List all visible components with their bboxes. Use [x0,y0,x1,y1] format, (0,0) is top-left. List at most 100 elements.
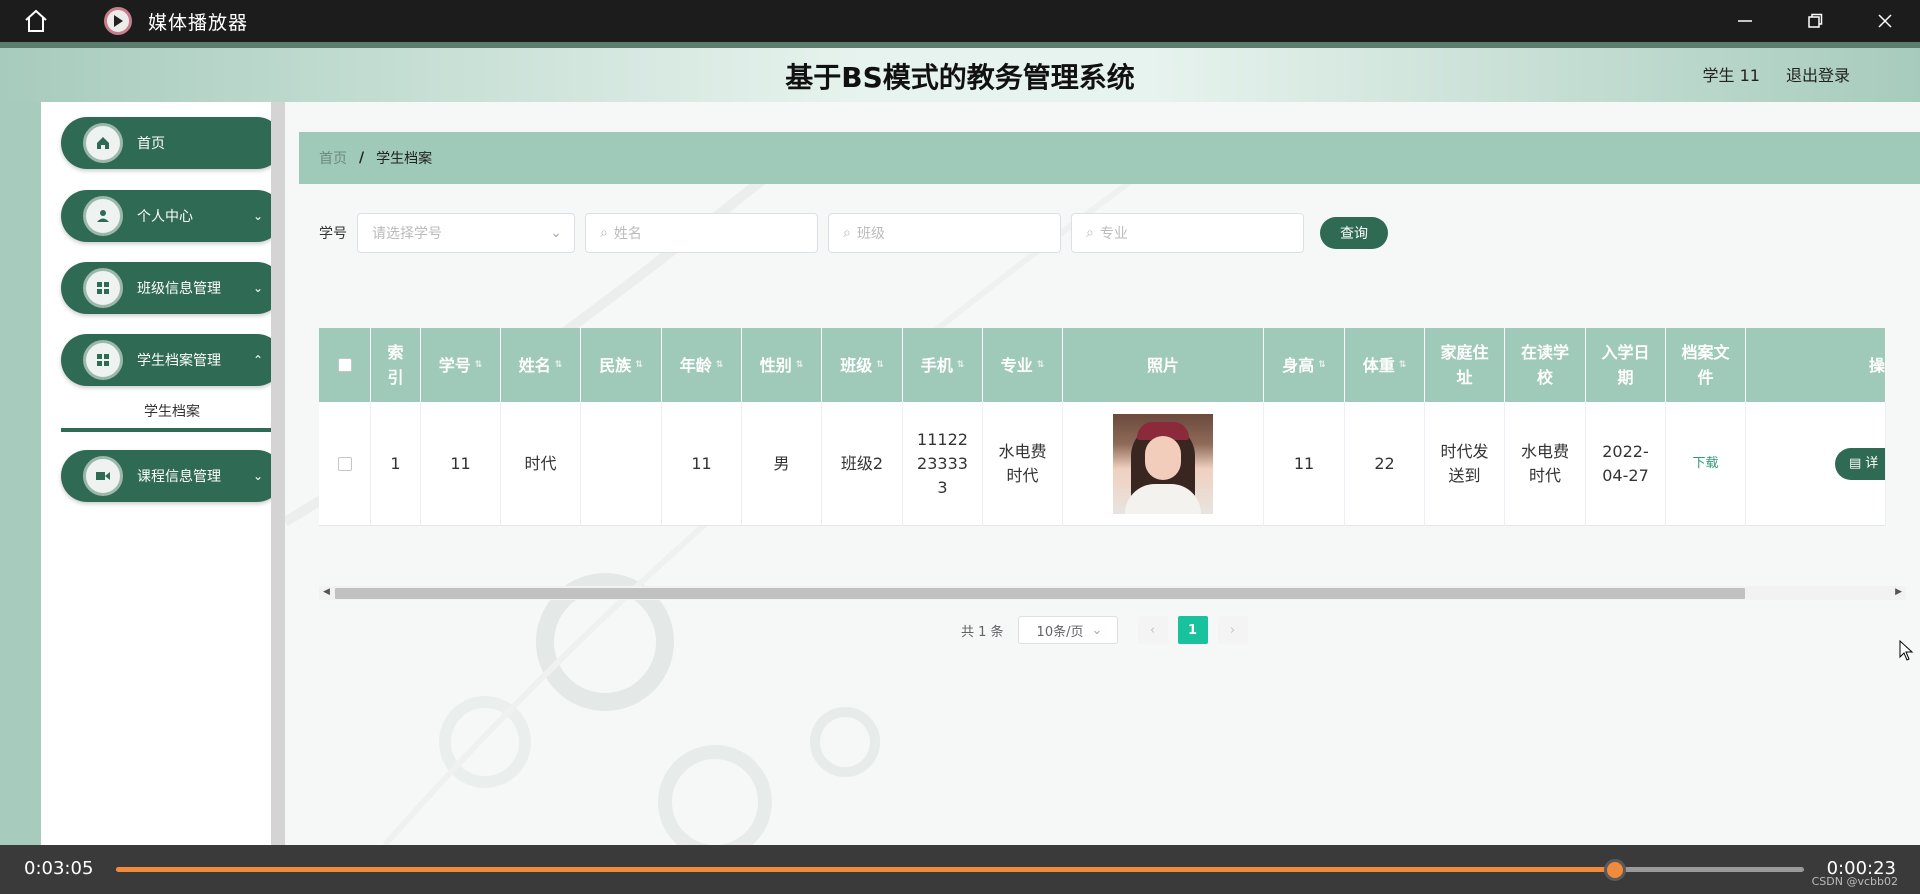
col-label: 手机 [920,355,953,375]
col-class[interactable]: 班级 ⇅ [822,328,903,402]
chevron-down-icon: ⌄ [252,209,263,223]
search-bar: 学号 请选择学号 ⌄ ⌕ 姓名 ⌕ 班级 ⌕ 专业 查询 [319,213,1388,253]
table-row[interactable]: 1 11 时代 11 男 班级2 11122233333 水电费时代 11 22… [319,402,1886,526]
query-button[interactable]: 查询 [1320,217,1388,249]
sidebar-item-home[interactable]: 首页 [61,117,283,169]
video-icon [83,456,123,496]
sidebar-item-label: 学生档案管理 [137,353,221,369]
watermark: CSDN @vcbb02 [1811,875,1898,888]
sidebar-item-archive[interactable]: 学生档案管理 ⌃ [61,334,283,386]
scrollbar-thumb[interactable] [335,588,1745,599]
seek-handle[interactable] [1603,859,1626,881]
sort-icon: ⇅ [876,359,884,370]
chevron-up-icon: ⌃ [252,353,263,367]
col-label: 专业 [1000,355,1033,375]
sort-icon: ⇅ [956,359,965,370]
sort-icon: ⇅ [554,359,563,370]
system-title: 基于BS模式的教务管理系统 [785,61,1135,94]
cell-xuehao: 11 [421,402,501,526]
cell-index: 1 [371,402,421,526]
detail-button-label: 详 [1865,456,1879,471]
breadcrumb-home[interactable]: 首页 [319,148,347,168]
student-archive-table: 索引 学号 ⇅ 姓名 ⇅ 民族 ⇅ 年龄 ⇅ 性别 ⇅ 班级 ⇅ 手机 ⇅ 专业 ⇅ 照片 身高… [319,328,1906,528]
cell-name: 时代 [501,402,581,526]
seek-bar[interactable] [116,859,1804,881]
sort-icon: ⇅ [1398,359,1407,370]
home-icon[interactable] [18,3,54,39]
col-gender[interactable]: 性别 ⇅ [742,328,822,402]
col-index[interactable]: 索引 [371,328,421,402]
col-phone[interactable]: 手机 ⇅ [903,328,983,402]
cell-photo [1063,402,1264,526]
col-label: 班级 [840,355,873,375]
detail-button[interactable]: ▤ 详 [1835,448,1885,480]
col-operation[interactable]: 操 [1746,328,1886,402]
class-input[interactable]: ⌕ 班级 [828,213,1061,253]
col-weight[interactable]: 体重 ⇅ [1345,328,1425,402]
download-link[interactable]: 下载 [1692,452,1718,476]
sidebar-divider [271,102,285,845]
page-size-select[interactable]: 10条/页 ⌄ [1017,616,1118,644]
sort-icon: ⇅ [474,359,483,370]
col-address[interactable]: 家庭住址 [1425,328,1505,402]
xuehao-label: 学号 [319,226,347,242]
close-icon[interactable] [1850,0,1920,42]
page-number[interactable]: 1 [1177,616,1208,644]
sidebar-item-course[interactable]: 课程信息管理 ⌄ [61,450,283,502]
name-input[interactable]: ⌕ 姓名 [585,213,818,253]
scroll-right-icon[interactable]: ▶ [1895,587,1902,597]
col-age[interactable]: 年龄 ⇅ [662,328,742,402]
col-label: 照片 [1146,355,1179,375]
col-xuehao[interactable]: 学号 ⇅ [421,328,501,402]
chevron-down-icon: ⌄ [1091,622,1103,638]
xuehao-select[interactable]: 请选择学号 ⌄ [357,213,575,253]
search-icon: ⌕ [1086,225,1094,241]
horizontal-scrollbar[interactable]: ◀ ▶ [319,586,1906,600]
grid-icon [83,268,123,308]
next-page-button[interactable]: › [1217,616,1248,644]
sidebar-item-personal[interactable]: 个人中心 ⌄ [61,190,283,242]
cell-operation: ▤ 详 [1746,402,1886,526]
sidebar-item-class[interactable]: 班级信息管理 ⌄ [61,262,283,314]
minimize-icon[interactable] [1710,0,1780,42]
cell-address: 时代发送到 [1425,402,1505,526]
major-input[interactable]: ⌕ 专业 [1071,213,1304,253]
name-input-placeholder: 姓名 [613,226,642,242]
row-checkbox[interactable] [337,457,352,471]
player-logo-icon [104,7,132,35]
logout-link[interactable]: 退出登录 [1786,62,1850,86]
sidebar: 首页 个人中心 ⌄ 班级信息管理 ⌄ 学生档案管理 ⌃ 学生档案 课程信息管理 … [41,102,283,845]
chevron-down-icon: ⌄ [252,281,263,295]
col-name[interactable]: 姓名 ⇅ [501,328,581,402]
col-label: 年龄 [679,355,712,375]
cell-class: 班级2 [822,402,903,526]
select-all-cell [319,328,371,402]
window-controls [1710,0,1920,42]
breadcrumb-current: 学生档案 [376,151,433,167]
restore-icon[interactable] [1780,0,1850,42]
sort-icon: ⇅ [1036,359,1045,370]
web-app: 基于BS模式的教务管理系统 学生 11 退出登录 首页 个人中心 ⌄ 班级信息管… [0,42,1920,845]
col-label: 索引 [387,343,404,387]
prev-page-button[interactable]: ‹ [1137,616,1168,644]
scroll-left-icon[interactable]: ◀ [323,587,330,597]
cell-gender: 男 [742,402,822,526]
student-photo[interactable] [1113,414,1213,514]
sort-icon: ⇅ [635,359,643,370]
main-content: 首页 / 学生档案 学号 请选择学号 ⌄ ⌕ 姓名 ⌕ 班级 ⌕ 专业 查询 索… [285,102,1920,845]
player-titlebar: 媒体播放器 [0,0,1920,42]
col-photo[interactable]: 照片 [1063,328,1264,402]
select-all-checkbox[interactable] [337,358,352,372]
col-file[interactable]: 档案文件 [1666,328,1746,402]
col-school[interactable]: 在读学校 [1505,328,1586,402]
col-major[interactable]: 专业 ⇅ [983,328,1063,402]
chevron-down-icon: ⌄ [550,225,562,241]
cell-age: 11 [662,402,742,526]
col-height[interactable]: 身高 ⇅ [1264,328,1345,402]
pagination: 共 1 条 10条/页 ⌄ ‹ 1 › [961,616,1248,644]
col-enroll[interactable]: 入学日期 [1586,328,1666,402]
chevron-down-icon: ⌄ [252,469,263,483]
col-ethnic[interactable]: 民族 ⇅ [581,328,662,402]
cell-major: 水电费时代 [983,402,1063,526]
submenu-student-archive[interactable]: 学生档案 [61,392,283,432]
